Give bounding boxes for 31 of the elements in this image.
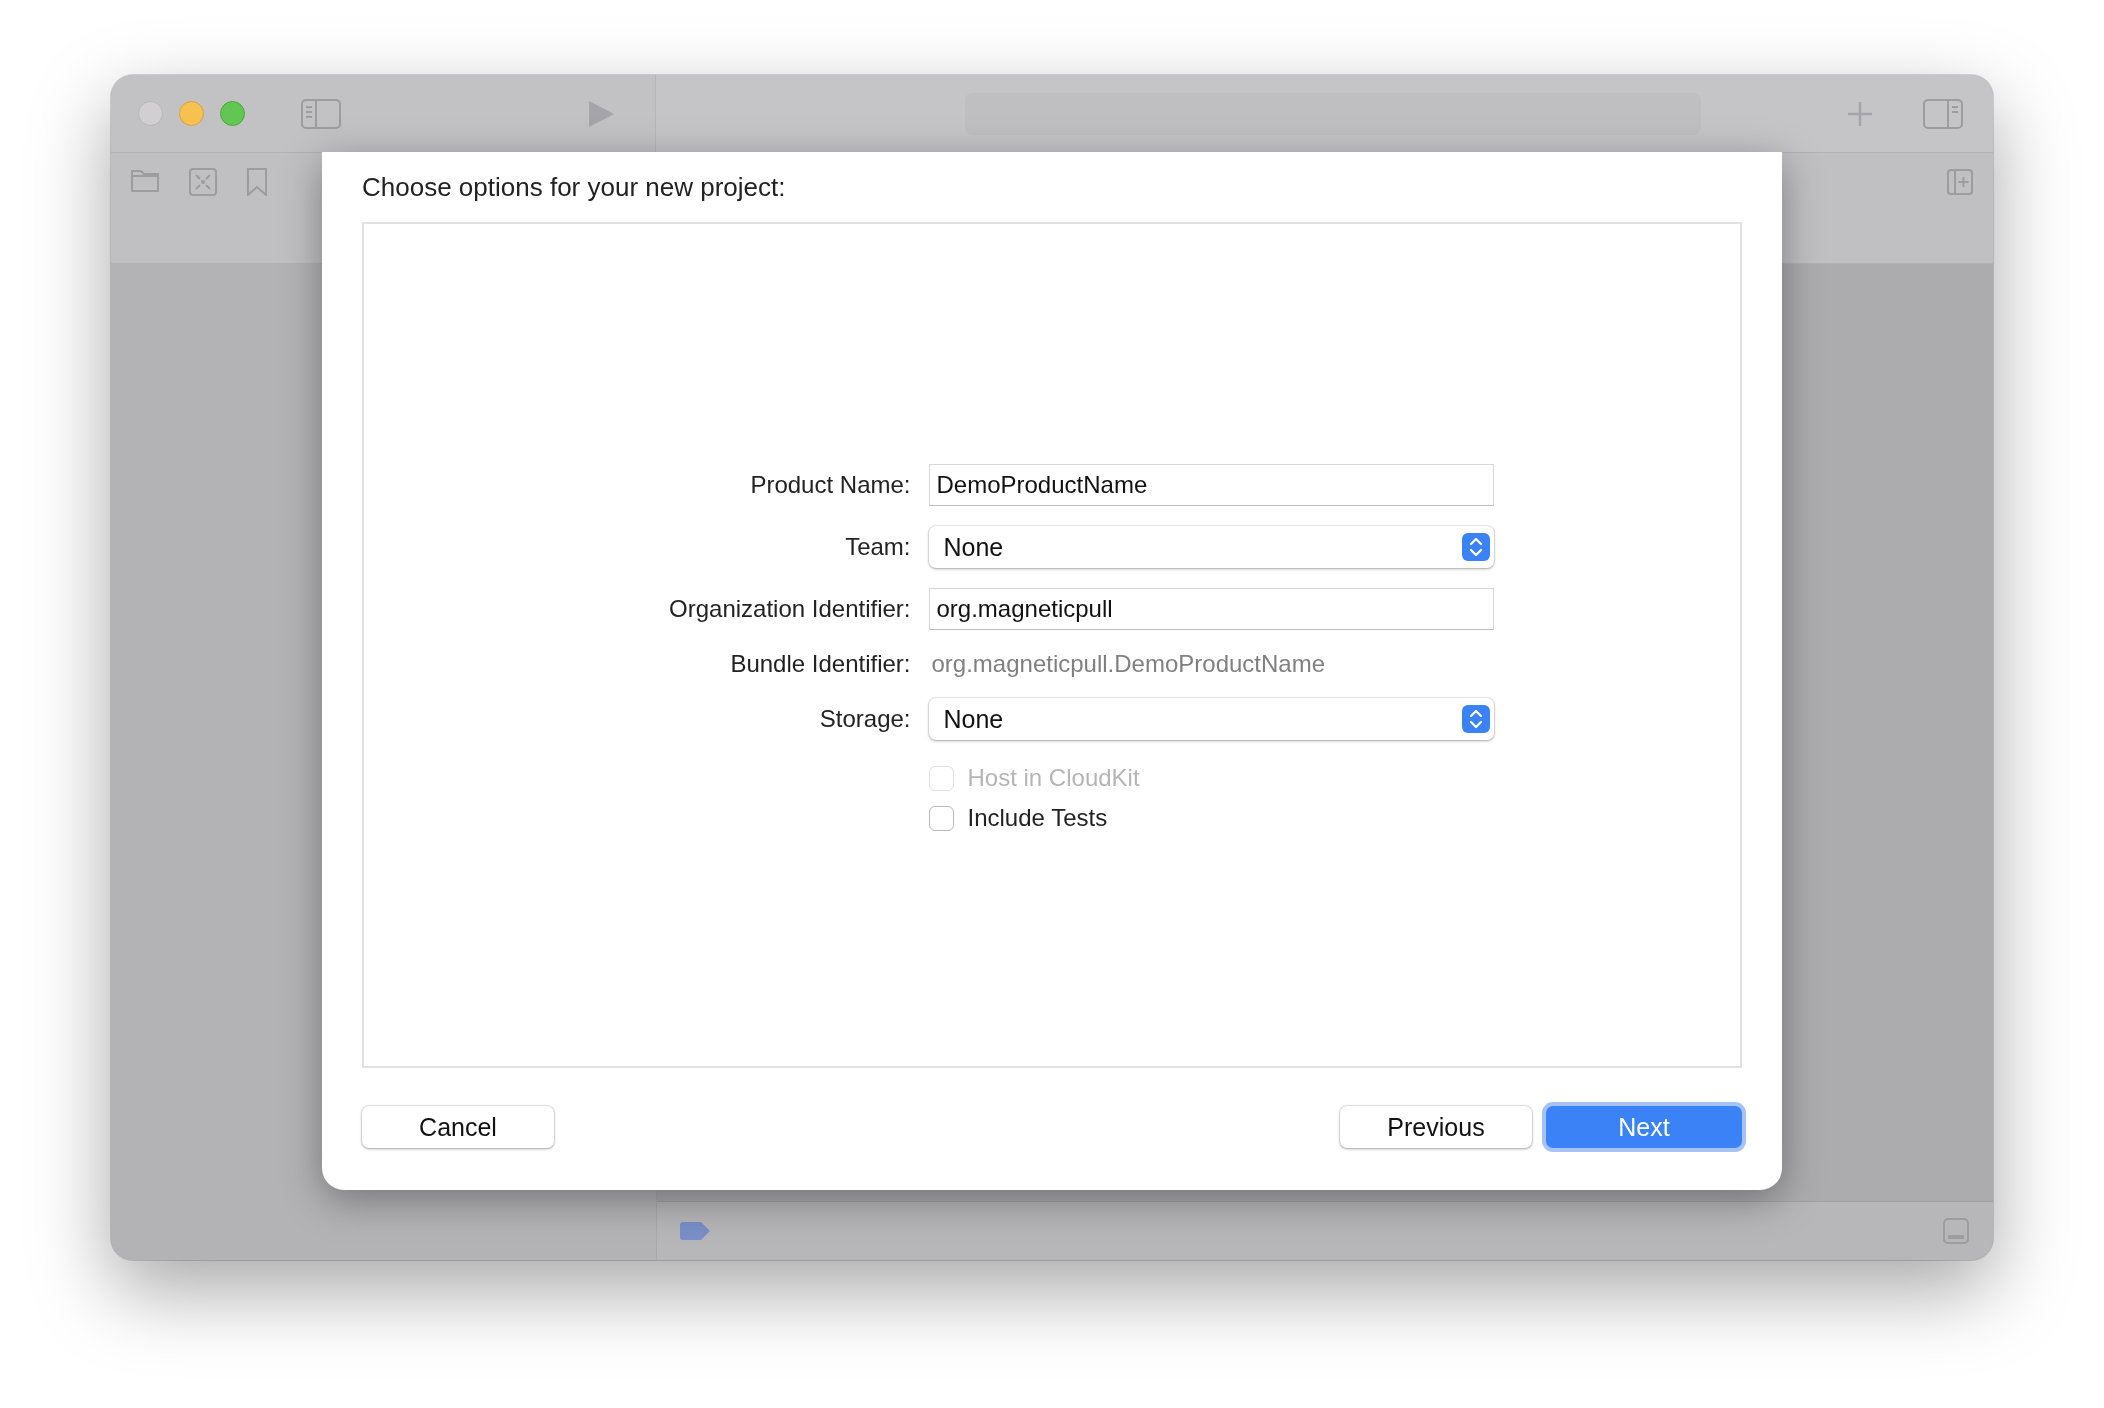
sidebar-toggle-icon[interactable] [301, 98, 341, 129]
field-label: Organization Identifier: [668, 595, 911, 623]
close-button[interactable] [138, 101, 163, 126]
folder-icon[interactable] [131, 168, 159, 192]
checkbox[interactable] [928, 805, 954, 831]
previous-button[interactable]: Previous [1340, 1106, 1532, 1148]
panel-toggle-icon[interactable] [1943, 1218, 1969, 1244]
popup-button[interactable]: None [928, 698, 1494, 740]
field-label: Team: [844, 533, 911, 561]
field-label: Bundle Identifier: [729, 650, 911, 678]
chevron-updown-icon [1461, 533, 1490, 561]
field-label: Storage: [818, 705, 911, 733]
cancel-button[interactable]: Cancel [362, 1106, 554, 1148]
text-field[interactable]: DemoProductName [928, 464, 1494, 506]
zoom-button[interactable] [220, 101, 245, 126]
minimize-button[interactable] [179, 101, 204, 126]
square-x-icon[interactable] [189, 168, 217, 196]
text-field[interactable]: org.magneticpull [928, 588, 1494, 630]
checkbox-label: Host in CloudKit [967, 764, 1140, 792]
popup-button[interactable]: None [928, 526, 1494, 568]
checkbox-label: Include Tests [967, 804, 1108, 832]
plus-icon[interactable] [1847, 100, 1873, 127]
dialog-title: Choose options for your new project: [362, 172, 787, 204]
tag-icon[interactable] [680, 1222, 710, 1240]
play-icon[interactable] [587, 99, 615, 128]
bookmark-icon[interactable] [247, 168, 267, 196]
field-label: Product Name: [749, 471, 911, 499]
inspector-toggle-icon[interactable] [1923, 98, 1963, 129]
chevron-updown-icon [1461, 705, 1490, 733]
add-panel-icon[interactable] [1947, 169, 1973, 195]
bundle-identifier-value: org.magneticpull.DemoProductName [930, 650, 1326, 678]
